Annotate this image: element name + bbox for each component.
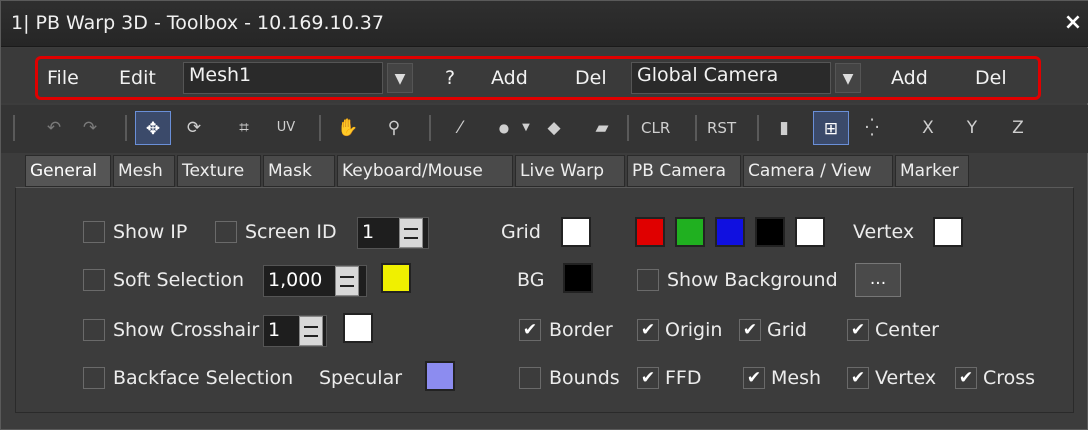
bounds-checkbox[interactable] (519, 367, 541, 389)
screen-id-checkbox[interactable] (215, 221, 237, 243)
palette-green-swatch[interactable] (675, 217, 705, 247)
soft-selection-label: Soft Selection (113, 269, 245, 291)
uv-icon[interactable]: UV (273, 111, 299, 145)
camera-dropdown-icon[interactable]: ▼ (835, 63, 861, 93)
mesh-checkbox[interactable]: ✔ (743, 367, 765, 389)
help-button[interactable]: ? (445, 67, 455, 89)
screen-id-label: Screen ID (245, 221, 337, 243)
show-crosshair-label: Show Crosshair (113, 319, 260, 341)
camera-add-button[interactable]: Add (891, 67, 928, 89)
cross-checkbox[interactable]: ✔ (955, 367, 977, 389)
line-tool-icon[interactable]: ⁄ (447, 111, 473, 145)
palette-blue-swatch[interactable] (715, 217, 745, 247)
grid-checkbox-label: Grid (767, 319, 807, 341)
tab-texture[interactable]: Texture (177, 155, 261, 187)
backface-selection-checkbox[interactable] (83, 367, 105, 389)
fill-icon[interactable]: ◆ (541, 111, 567, 145)
tab-mask[interactable]: Mask (263, 155, 335, 187)
mesh-del-button[interactable]: Del (575, 67, 607, 89)
show-ip-label: Show IP (113, 221, 188, 243)
palette-red-swatch[interactable] (635, 217, 665, 247)
bounds-label: Bounds (549, 367, 620, 389)
pan-icon[interactable]: ✋ (335, 111, 361, 145)
soft-selection-checkbox[interactable] (83, 269, 105, 291)
soft-selection-color-swatch[interactable] (381, 263, 411, 293)
rotate-icon[interactable]: ⟳ (181, 111, 207, 145)
show-background-label: Show Background (667, 269, 838, 291)
spinner-icon[interactable] (399, 218, 423, 248)
undo-icon[interactable]: ↶ (41, 111, 67, 145)
points-icon[interactable]: ⁛ (859, 111, 885, 145)
tab-keyboard-mouse[interactable]: Keyboard/Mouse (337, 155, 513, 187)
border-label: Border (549, 319, 613, 341)
vertex-color-label: Vertex (853, 221, 915, 243)
center-checkbox[interactable]: ✔ (847, 319, 869, 341)
redo-icon[interactable]: ↷ (77, 111, 103, 145)
vertex-color-swatch[interactable] (933, 217, 963, 247)
toolbox-window: 1| PB Warp 3D - Toolbox - 10.169.10.37 ×… (0, 0, 1088, 430)
zoom-icon[interactable]: ⚲ (381, 111, 407, 145)
cube-icon[interactable]: ▮ (771, 111, 797, 145)
vertex-checkbox-label: Vertex (875, 367, 937, 389)
toolbar-grip (13, 115, 15, 141)
tab-general[interactable]: General (25, 155, 111, 187)
rst-button[interactable]: RST (707, 111, 736, 145)
show-crosshair-checkbox[interactable] (83, 319, 105, 341)
tab-marker[interactable]: Marker (895, 155, 969, 187)
screen-id-value: 1 (362, 221, 375, 243)
bg-color-swatch[interactable] (563, 263, 593, 293)
clr-button[interactable]: CLR (641, 111, 670, 145)
menu-file[interactable]: File (47, 67, 79, 89)
mesh-label: Mesh (771, 367, 822, 389)
eraser-icon[interactable]: ▰ (589, 111, 615, 145)
scale-icon[interactable]: ⌗ (231, 111, 257, 145)
show-background-checkbox[interactable] (637, 269, 659, 291)
move-icon[interactable]: ✥ (135, 111, 171, 145)
palette-white-swatch[interactable] (795, 217, 825, 247)
grid-checkbox[interactable]: ✔ (739, 319, 761, 341)
tab-live-warp[interactable]: Live Warp (515, 155, 625, 187)
camera-del-button[interactable]: Del (975, 67, 1007, 89)
cross-label: Cross (983, 367, 1036, 389)
specular-color-swatch[interactable] (425, 361, 455, 391)
backface-selection-label: Backface Selection (113, 367, 294, 389)
origin-label: Origin (665, 319, 723, 341)
border-checkbox[interactable]: ✔ (519, 319, 541, 341)
origin-checkbox[interactable]: ✔ (637, 319, 659, 341)
browse-background-button[interactable]: ... (855, 263, 901, 297)
bg-color-label: BG (517, 269, 545, 291)
tab-mesh[interactable]: Mesh (113, 155, 175, 187)
close-icon[interactable]: × (1061, 11, 1085, 35)
ffd-checkbox[interactable]: ✔ (637, 367, 659, 389)
vertex-checkbox[interactable]: ✔ (847, 367, 869, 389)
camera-select[interactable]: Global Camera (631, 62, 831, 94)
mesh-select[interactable]: Mesh1 (183, 62, 383, 94)
axis-x-button[interactable]: X (915, 111, 941, 145)
chevron-down-icon[interactable]: ▼ (513, 111, 539, 145)
center-label: Center (875, 319, 939, 341)
axis-z-button[interactable]: Z (1005, 111, 1031, 145)
ffd-label: FFD (665, 367, 702, 389)
mesh-add-button[interactable]: Add (491, 67, 528, 89)
grid-color-label: Grid (501, 221, 541, 243)
tab-pb-camera[interactable]: PB Camera (627, 155, 741, 187)
spinner-icon[interactable] (335, 266, 359, 296)
show-ip-checkbox[interactable] (83, 221, 105, 243)
palette-black-swatch[interactable] (755, 217, 785, 247)
specular-label: Specular (319, 367, 403, 389)
crosshair-value: 1 (268, 319, 281, 341)
title-bar[interactable]: 1| PB Warp 3D - Toolbox - 10.169.10.37 × (1, 1, 1088, 47)
grid-color-swatch[interactable] (561, 217, 591, 247)
spinner-icon[interactable] (299, 316, 323, 346)
window-title: 1| PB Warp 3D - Toolbox - 10.169.10.37 (11, 12, 384, 34)
soft-selection-value: 1,000 (268, 269, 323, 291)
axis-y-button[interactable]: Y (959, 111, 985, 145)
mesh-dropdown-icon[interactable]: ▼ (387, 63, 413, 93)
menu-edit[interactable]: Edit (119, 67, 156, 89)
crosshair-color-swatch[interactable] (343, 313, 373, 343)
grid-icon[interactable]: ⊞ (813, 111, 849, 145)
tab-camera-view[interactable]: Camera / View (743, 155, 893, 187)
